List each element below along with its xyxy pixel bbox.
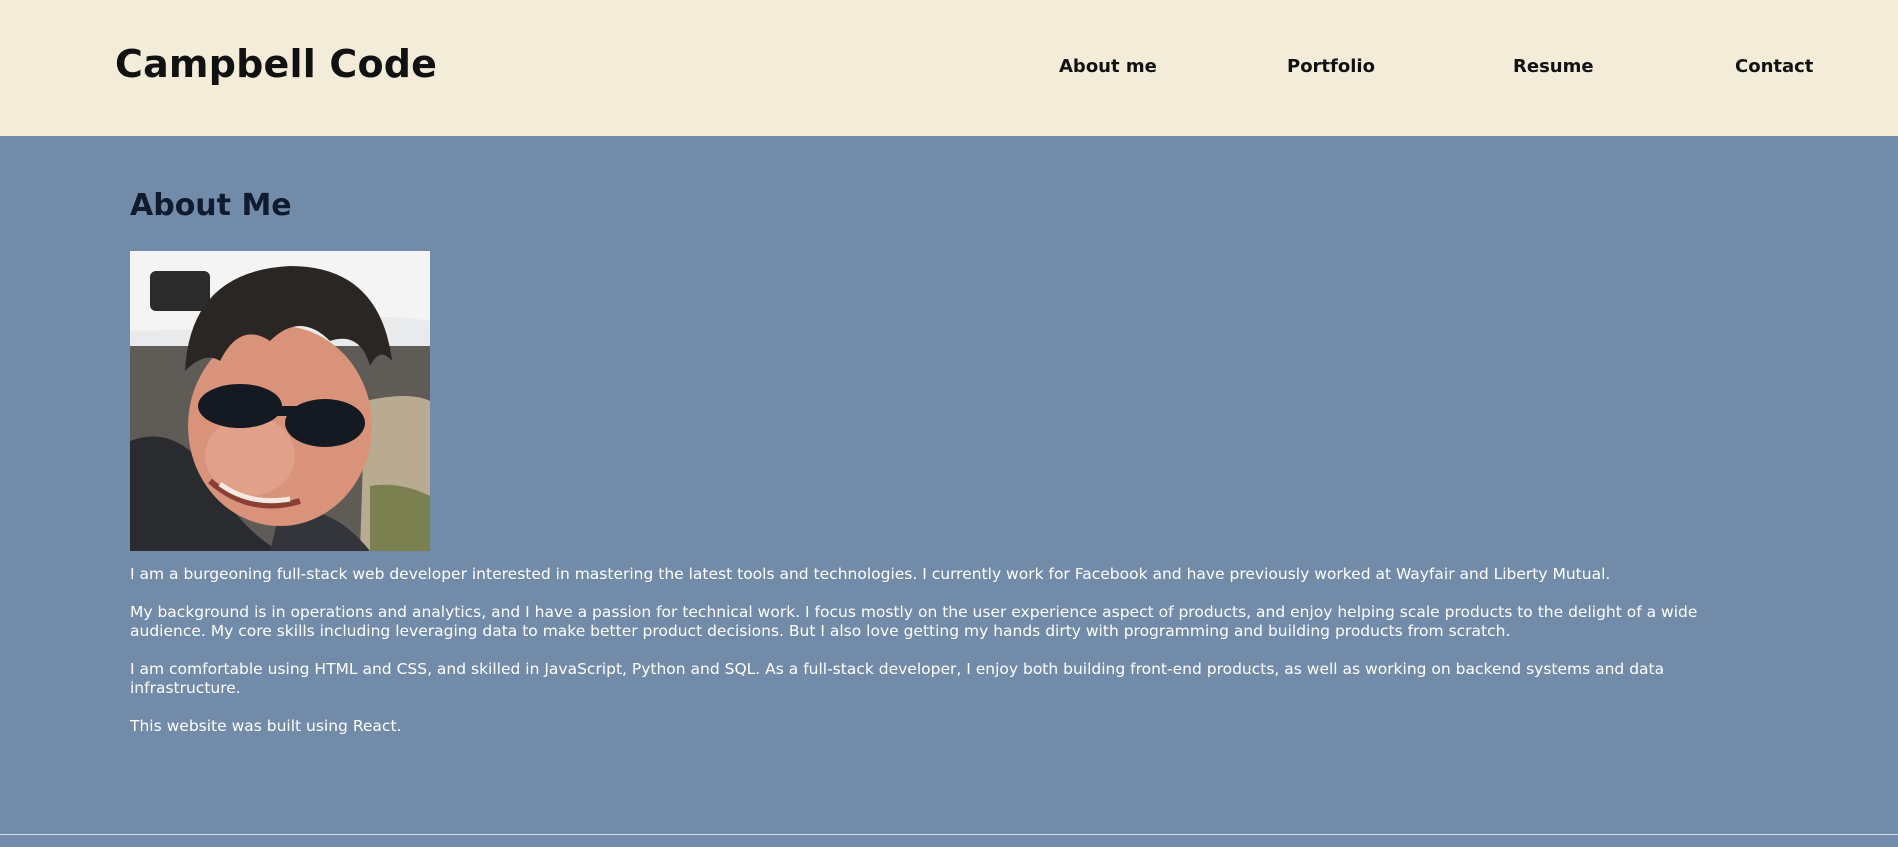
nav-portfolio[interactable]: Portfolio	[1287, 56, 1375, 77]
nav-contact[interactable]: Contact	[1735, 56, 1813, 77]
bio-paragraph: I am comfortable using HTML and CSS, and…	[130, 660, 1665, 697]
nav-resume[interactable]: Resume	[1513, 56, 1594, 77]
bio-paragraph: This website was built using React.	[130, 717, 402, 735]
brand-logo[interactable]: Campbell Code	[115, 42, 437, 86]
about-bio: I am a burgeoning full-stack web develop…	[130, 565, 1770, 755]
footer-divider	[0, 834, 1898, 835]
nav-about-me[interactable]: About me	[1059, 56, 1157, 77]
page-title: About Me	[130, 188, 292, 223]
bio-paragraph: My background is in operations and analy…	[130, 603, 1698, 640]
profile-photo	[130, 251, 430, 551]
bio-paragraph: I am a burgeoning full-stack web develop…	[130, 565, 1611, 583]
site-header: Campbell Code About me Portfolio Resume …	[0, 0, 1898, 136]
portrait-illustration	[130, 251, 430, 551]
about-section: About Me I am a burgeoning full-stack we…	[0, 136, 1898, 835]
